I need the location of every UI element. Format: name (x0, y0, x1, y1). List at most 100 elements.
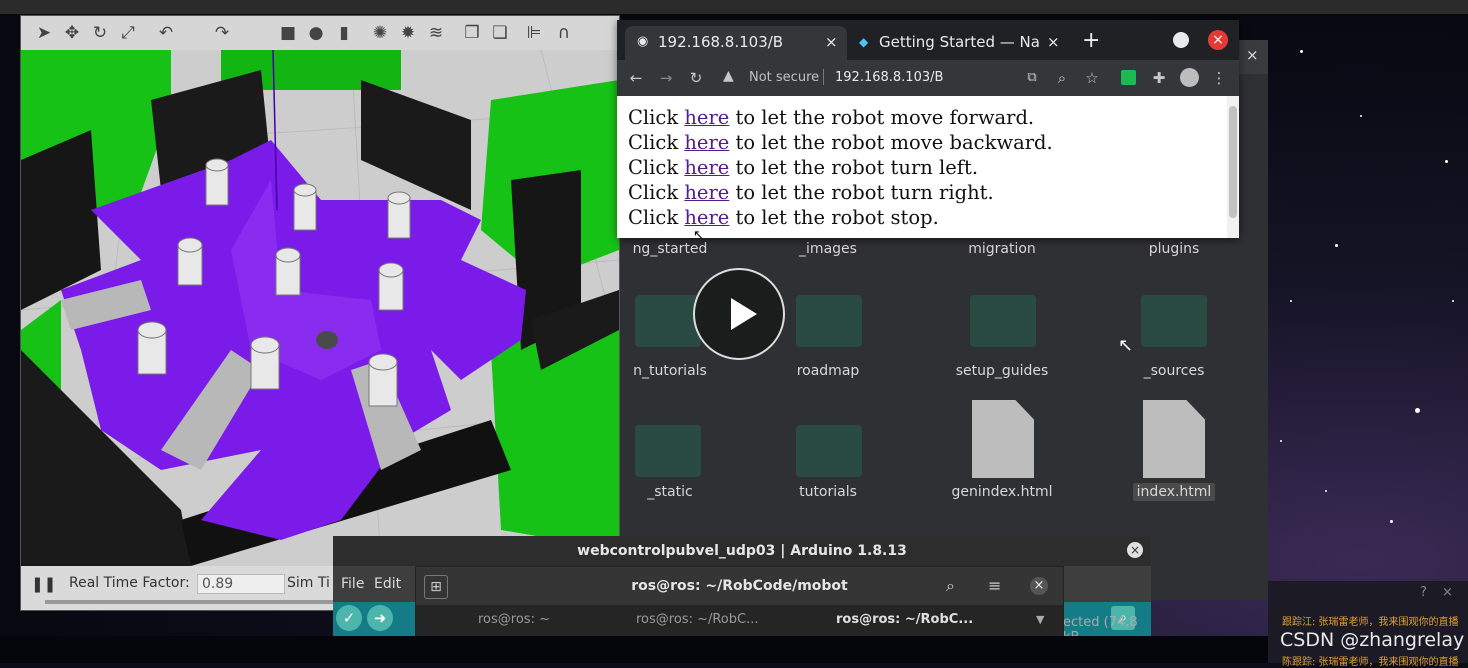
url-text: 192.168.8.103/B (835, 70, 944, 85)
terminal-close-icon[interactable]: × (1030, 577, 1048, 595)
browser-tab-bar: ◉ 192.168.8.103/B × ◆ Getting Started — … (617, 20, 1239, 60)
translate-icon[interactable]: ⧉ (1021, 67, 1043, 89)
top-panel (0, 0, 1468, 14)
paste-icon[interactable]: ❏ (489, 22, 511, 44)
stop-link[interactable]: here (684, 206, 729, 229)
hamburger-menu-icon[interactable]: ≡ (988, 576, 1001, 595)
cylinder-shape-icon[interactable]: ▮ (333, 22, 355, 44)
folder-icon[interactable] (796, 295, 862, 347)
translate-icon[interactable]: ✥ (61, 22, 83, 44)
real-time-factor-label: Real Time Factor: (69, 575, 190, 591)
spot-light-icon[interactable]: ✹ (397, 22, 419, 44)
bookmark-star-icon[interactable]: ☆ (1081, 67, 1103, 89)
puzzle-icon[interactable]: ✚ (1148, 67, 1170, 89)
reload-icon[interactable]: ↻ (685, 67, 707, 89)
globe-icon: ◉ (637, 34, 649, 49)
file-manager-close[interactable]: × (1238, 40, 1268, 74)
forward-icon[interactable]: → (655, 67, 677, 89)
window-close-icon[interactable]: × (1208, 30, 1228, 50)
upload-icon[interactable]: ➜ (367, 605, 393, 631)
terminal-tab[interactable]: ros@ros: ~ (478, 612, 550, 627)
folder-label[interactable]: _images (753, 241, 903, 257)
back-icon[interactable]: ← (625, 67, 647, 89)
file-label-selected[interactable]: index.html (1099, 483, 1249, 501)
gazebo-toolbar: ➤ ✥ ↻ ⤢ ↶ ↷ ■ ● ▮ ✺ ✹ ≋ ❐ ❏ ⊫ ∩ (21, 16, 619, 50)
help-icon[interactable]: ? (1420, 585, 1427, 600)
scrollbar-thumb[interactable] (1229, 106, 1237, 218)
tab-active[interactable]: ◉ 192.168.8.103/B × (625, 26, 847, 60)
verify-icon[interactable]: ✓ (336, 605, 362, 631)
redo-icon[interactable]: ↷ (211, 22, 233, 44)
gazebo-window: ➤ ✥ ↻ ⤢ ↶ ↷ ■ ● ▮ ✺ ✹ ≋ ❐ ❏ ⊫ ∩ ❚❚ Real … (20, 15, 620, 611)
address-bar[interactable]: ▲ Not secure 192.168.8.103/B (717, 64, 1017, 92)
folder-label[interactable]: roadmap (753, 363, 903, 379)
scale-icon[interactable]: ⤢ (117, 22, 139, 44)
line-suffix: to let the robot stop. (729, 206, 939, 229)
copy-icon[interactable]: ❐ (461, 22, 483, 44)
extension-icon[interactable] (1121, 70, 1136, 85)
terminal-window: ⊞ ros@ros: ~/RobCode/mobot ⌕ ≡ × ros@ros… (415, 566, 1064, 638)
tab-inactive[interactable]: ◆ Getting Started — Nav × (853, 26, 1067, 60)
browser-toolbar: ← → ↻ ▲ Not secure 192.168.8.103/B ⧉ ⌕ ☆… (617, 60, 1239, 96)
terminal-tab-active[interactable]: ros@ros: ~/RobC... (836, 612, 973, 627)
line-prefix: Click (628, 106, 685, 129)
mouse-cursor-icon: ↖ (693, 228, 704, 243)
folder-label[interactable]: ng_started (595, 241, 745, 257)
profile-menu-icon[interactable] (1173, 32, 1189, 48)
rotate-icon[interactable]: ↻ (89, 22, 111, 44)
favicon-icon: ◆ (859, 35, 869, 49)
point-light-icon[interactable]: ✺ (369, 22, 391, 44)
sphere-shape-icon[interactable]: ● (305, 22, 327, 44)
turn-right-link[interactable]: here (684, 181, 729, 204)
backward-link[interactable]: here (684, 131, 729, 154)
mouse-cursor-icon: ↖ (1118, 335, 1134, 356)
folder-label[interactable]: plugins (1099, 241, 1249, 257)
pause-icon[interactable]: ❚❚ (31, 575, 56, 593)
html-file-icon[interactable] (1143, 400, 1205, 478)
menu-edit[interactable]: Edit (374, 576, 401, 592)
folder-label[interactable]: tutorials (753, 484, 903, 500)
folder-icon[interactable] (1141, 295, 1207, 347)
folder-label[interactable]: migration (927, 241, 1077, 257)
close-icon[interactable]: × (1442, 585, 1453, 600)
chevron-down-icon[interactable]: ▼ (1036, 613, 1044, 626)
folder-icon[interactable] (635, 425, 701, 477)
simulation-world (21, 50, 619, 566)
new-tab-button[interactable]: + (1082, 26, 1100, 56)
page-scrollbar[interactable] (1227, 96, 1239, 238)
folder-icon[interactable] (796, 425, 862, 477)
progress-track (45, 600, 335, 604)
html-file-icon[interactable] (972, 400, 1034, 478)
arduino-close-icon[interactable]: × (1127, 542, 1143, 558)
tab-title: 192.168.8.103/B (658, 33, 784, 51)
folder-label[interactable]: _sources (1099, 363, 1249, 379)
forward-link[interactable]: here (684, 106, 729, 129)
menu-file[interactable]: File (341, 576, 364, 592)
folder-label[interactable]: setup_guides (927, 363, 1077, 379)
select-arrow-icon[interactable]: ➤ (33, 22, 55, 44)
tab-close-icon[interactable]: × (825, 26, 838, 58)
folder-icon[interactable] (635, 295, 701, 347)
box-shape-icon[interactable]: ■ (277, 22, 299, 44)
snap-icon[interactable]: ∩ (553, 22, 575, 44)
avatar[interactable] (1180, 68, 1199, 87)
turn-left-link[interactable]: here (684, 156, 729, 179)
file-label[interactable]: genindex.html (927, 484, 1077, 500)
folder-label[interactable]: _static (595, 484, 745, 500)
folder-label[interactable]: n_tutorials (595, 363, 745, 379)
browser-window: ◉ 192.168.8.103/B × ◆ Getting Started — … (617, 20, 1239, 243)
directional-light-icon[interactable]: ≋ (425, 22, 447, 44)
zoom-icon[interactable]: ⌕ (1051, 67, 1073, 89)
folder-icon[interactable] (970, 295, 1036, 347)
terminal-tab[interactable]: ros@ros: ~/RobC... (636, 612, 758, 627)
tab-title: Getting Started — Nav (879, 33, 1039, 51)
search-icon[interactable]: ⌕ (946, 576, 955, 596)
video-play-button[interactable] (693, 268, 785, 360)
undo-icon[interactable]: ↶ (155, 22, 177, 44)
close-icon[interactable]: × (1246, 46, 1259, 64)
menu-dots-icon[interactable]: ⋮ (1208, 67, 1230, 89)
align-icon[interactable]: ⊫ (523, 22, 545, 44)
gazebo-3d-scene[interactable] (21, 50, 619, 566)
tab-close-icon[interactable]: × (1047, 26, 1060, 58)
page-content: Click here to let the robot move forward… (617, 96, 1227, 243)
